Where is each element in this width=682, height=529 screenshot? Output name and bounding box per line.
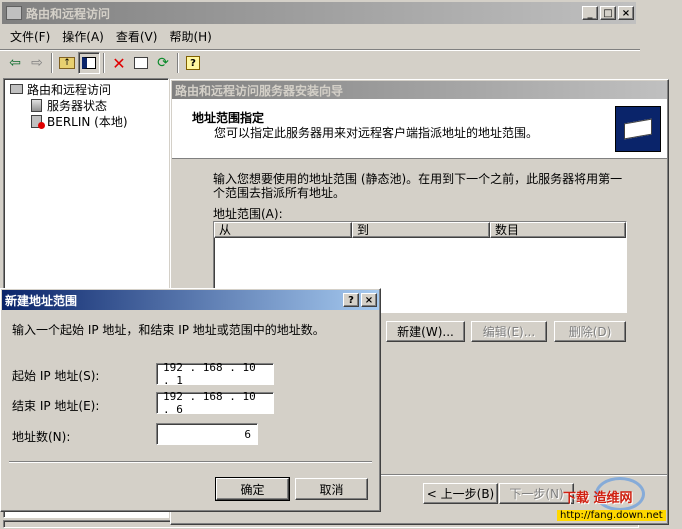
up-folder-icon[interactable]: ↑ [56,52,78,74]
maximize-button[interactable]: □ [600,6,616,20]
wizard-description-2: 个范围去指派所有地址。 [213,186,346,200]
address-count-input[interactable]: 6 [156,423,258,445]
back-icon[interactable]: ⇦ [4,52,26,74]
end-ip-label: 结束 IP 地址(E): [12,399,100,413]
watermark-url: http://fang.down.net [557,510,666,521]
network-wizard-icon [615,106,661,152]
edit-range-button[interactable]: 编辑(E)... [471,321,547,342]
toolbar-separator [177,53,179,73]
new-range-dialog: 新建地址范围 ? × 输入一个起始 IP 地址，和结束 IP 地址或范围中的地址… [0,288,381,512]
close-button[interactable]: × [618,6,634,20]
start-ip-label: 起始 IP 地址(S): [12,369,100,383]
site-watermark: 下载 造维网 http://fang.down.net [555,477,680,527]
column-to[interactable]: 到 [352,222,490,238]
tree-item-label: BERLIN (本地) [47,114,128,129]
delete-icon[interactable]: ✕ [108,52,130,74]
context-help-button[interactable]: ? [343,293,359,307]
main-title-bar[interactable]: 路由和远程访问 _ □ × [2,2,636,24]
column-count[interactable]: 数目 [490,222,626,238]
dialog-title: 新建地址范围 [5,293,78,308]
server-status-icon [28,98,44,112]
address-range-label: 地址范围(A): [213,207,283,221]
menu-help[interactable]: 帮助(H) [163,27,217,49]
app-icon [6,6,22,20]
tree-item-server-status[interactable]: 服务器状态 [8,97,164,113]
column-from[interactable]: 从 [214,222,352,238]
address-count-label: 地址数(N): [12,430,71,444]
back-button[interactable]: < 上一步(B) [423,483,498,504]
toolbar: ⇦ ⇨ ↑ ✕ ⟳ ? [4,51,204,75]
minimize-button[interactable]: _ [582,6,598,20]
dialog-divider [9,461,372,463]
menu-file[interactable]: 文件(F) [4,27,56,49]
list-header: 从 到 数目 [214,222,626,238]
show-tree-icon[interactable] [78,52,100,74]
tree-item-berlin[interactable]: BERLIN (本地) [8,113,164,129]
menu-action[interactable]: 操作(A) [56,27,110,49]
refresh-icon[interactable]: ⟳ [152,52,174,74]
tree-root-label: 路由和远程访问 [27,82,112,97]
wizard-title-bar[interactable]: 路由和远程访问服务器安装向导 [172,81,667,99]
server-down-icon [28,114,45,129]
wizard-header: 地址范围指定 您可以指定此服务器用来对远程客户端指派地址的地址范围。 [172,99,667,159]
cancel-button[interactable]: 取消 [295,478,368,500]
help-icon[interactable]: ? [182,52,204,74]
properties-icon[interactable] [130,52,152,74]
dialog-title-bar[interactable]: 新建地址范围 ? × [2,290,379,310]
dialog-close-button[interactable]: × [361,293,377,307]
ok-button[interactable]: 确定 [215,477,290,501]
new-range-button[interactable]: 新建(W)... [386,321,465,342]
start-ip-input[interactable]: 192 . 168 . 10 . 1 [156,361,274,387]
tree-root[interactable]: 路由和远程访问 [8,81,164,97]
tree-item-label: 服务器状态 [47,98,108,113]
computer-icon [8,82,24,96]
watermark-text: 下载 造维网 [563,491,633,506]
wizard-title: 路由和远程访问服务器安装向导 [175,83,344,98]
main-window-title: 路由和远程访问 [26,6,111,21]
end-ip-input[interactable]: 192 . 168 . 10 . 6 [156,390,274,416]
delete-range-button[interactable]: 删除(D) [554,321,626,342]
toolbar-separator [51,53,53,73]
wizard-header-subtitle: 您可以指定此服务器用来对远程客户端指派地址的地址范围。 [214,126,539,140]
menu-bar: 文件(F) 操作(A) 查看(V) 帮助(H) [4,27,218,49]
toolbar-separator [103,53,105,73]
forward-icon[interactable]: ⇨ [26,52,48,74]
dialog-instruction: 输入一个起始 IP 地址，和结束 IP 地址或范围中的地址数。 [12,323,325,337]
menu-view[interactable]: 查看(V) [110,27,164,49]
